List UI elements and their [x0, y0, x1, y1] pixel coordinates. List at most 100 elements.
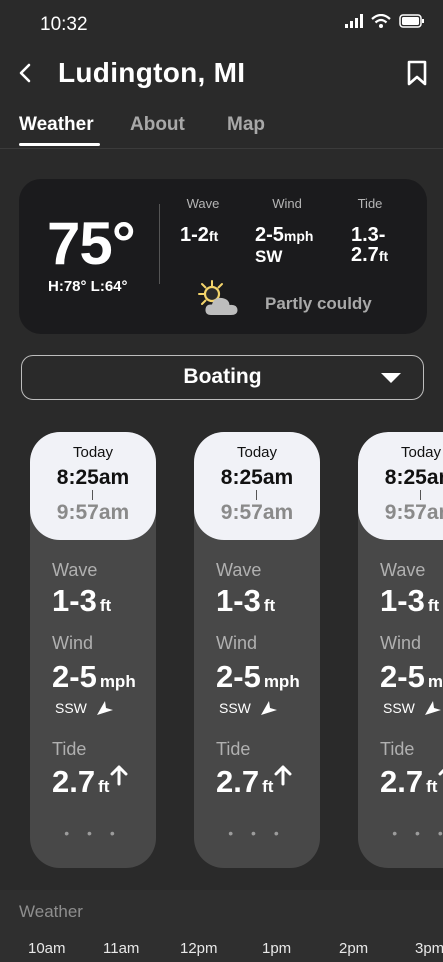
card-wave-number: 1-3 [216, 583, 261, 618]
tab-map[interactable]: Map [227, 114, 265, 136]
tide-unit: ft [378, 248, 389, 264]
forecast-hour[interactable]: 1pm [262, 940, 291, 957]
wind-direction-arrow-icon [96, 701, 113, 715]
tide-value-line1: 1.3- [351, 224, 386, 246]
wind-value-number: 2-5 [255, 224, 284, 246]
battery-icon [399, 14, 424, 28]
weather-condition: Partly couldy [265, 294, 372, 313]
card-tide-label: Tide [380, 739, 415, 759]
more-dots[interactable]: • • • [30, 825, 156, 841]
forecast-hour[interactable]: 3pm [415, 940, 443, 957]
card-wave-value: 1-3 ft [380, 583, 439, 619]
wave-value-number: 1-2 [180, 224, 209, 246]
card-wave-value: 1-3 ft [52, 583, 111, 619]
current-temperature: 75° [47, 210, 136, 277]
wind-direction-arrow-icon [260, 701, 277, 715]
wind-direction-arrow-icon [424, 701, 441, 715]
back-arrow-icon[interactable] [14, 59, 38, 87]
more-dots[interactable]: • • • [194, 825, 320, 841]
card-wind-unit: mph [99, 672, 136, 691]
card-start-time: 8:25am [56, 466, 130, 489]
conditions-card[interactable]: Today 8:25am 9:57am Wave 1-3ft Wind 2-5m… [194, 432, 320, 868]
conditions-card[interactable]: Today 8:25am 9:57am Wave 1-3ft Wind 2-5m… [30, 432, 156, 868]
card-tide-label: Tide [216, 739, 251, 759]
tab-weather[interactable]: Weather [19, 114, 94, 136]
arrow-up-icon [110, 765, 128, 786]
partly-cloudy-icon [198, 280, 238, 315]
card-wind-value: 2-5mph [216, 659, 300, 695]
high-low-temperature: H:78° L:64° [48, 278, 128, 295]
card-wind-value: 2-5mph [52, 659, 136, 695]
card-tide-unit: ft [262, 777, 274, 796]
tab-about[interactable]: About [130, 114, 185, 136]
status-icons [345, 14, 425, 28]
card-wind-dir-text: SSW [219, 700, 251, 716]
card-end-time: 9:57am [56, 501, 130, 524]
forecast-hour[interactable]: 12pm [180, 940, 218, 957]
time-separator [256, 490, 257, 500]
card-time-header: Today 8:25am 9:57am [194, 432, 320, 540]
card-start-time: 8:25am [384, 466, 443, 489]
signal-icon [345, 14, 363, 28]
card-wind-direction: SSW [219, 700, 279, 716]
header: Ludington, MI [0, 50, 443, 98]
wave-value: 1-2ft [180, 225, 218, 246]
card-start-time: 8:25am [220, 466, 294, 489]
arrow-up-icon [274, 765, 292, 786]
wind-direction: SW [255, 247, 283, 266]
wave-unit: ft [208, 228, 219, 244]
card-day: Today [72, 444, 114, 461]
card-wind-unit: mph [263, 672, 300, 691]
status-bar: 10:32 [0, 0, 443, 50]
wind-unit: mph [283, 228, 314, 244]
forecast-hour[interactable]: 2pm [339, 940, 368, 957]
more-dots[interactable]: • • • [358, 825, 443, 841]
card-wind-direction: SSW [55, 700, 115, 716]
card-day: Today [236, 444, 278, 461]
activity-selected-label: Boating [183, 365, 262, 388]
card-wave-label: Wave [216, 560, 262, 580]
card-time-header: Today 8:25am 9:57am [358, 432, 443, 540]
tide-value: 1.3- 2.7ft [351, 225, 388, 266]
card-wave-number: 1-3 [52, 583, 97, 618]
conditions-card[interactable]: Today 8:25am 9:57am Wave 1-3ft Wind 2-5m… [358, 432, 443, 868]
card-wave-unit: ft [427, 596, 440, 615]
caret-down-icon [381, 373, 401, 383]
tab-bar: Weather About Map [0, 108, 443, 149]
forecast-label: Weather [19, 902, 83, 921]
tide-value-number: 2.7 [351, 244, 379, 266]
card-wind-number: 2-5 [380, 659, 425, 694]
card-tide-value: 2.7 ft [380, 764, 443, 800]
card-tide-label: Tide [52, 739, 87, 759]
tide-label: Tide [357, 196, 383, 211]
current-weather-card: 75° H:78° L:64° Wave 1-2ft Wind 2-5mph S… [19, 179, 427, 334]
status-time: 10:32 [40, 14, 88, 35]
card-wind-direction: SSW [383, 700, 443, 716]
time-separator [92, 490, 93, 500]
card-tide-value: 2.7 ft [216, 764, 292, 800]
card-wave-label: Wave [52, 560, 98, 580]
time-separator [420, 490, 421, 500]
card-time-header: Today 8:25am 9:57am [30, 432, 156, 540]
card-tide-number: 2.7 [52, 764, 96, 799]
card-day: Today [400, 444, 442, 461]
card-wind-label: Wind [52, 633, 94, 653]
card-wind-dir-text: SSW [383, 700, 415, 716]
card-wind-dir-text: SSW [55, 700, 87, 716]
wave-label: Wave [186, 196, 220, 211]
card-wind-number: 2-5 [216, 659, 261, 694]
arrow-up-icon [438, 769, 443, 776]
wifi-icon [371, 14, 391, 28]
forecast-hour[interactable]: 11am [103, 940, 139, 957]
forecast-hour[interactable]: 10am [28, 940, 66, 957]
card-end-time: 9:57am [384, 501, 443, 524]
card-wind-label: Wind [216, 633, 258, 653]
bookmark-icon[interactable] [405, 59, 429, 87]
card-wave-unit: ft [263, 596, 276, 615]
activity-dropdown[interactable]: Boating [21, 355, 424, 400]
hourly-forecast: Weather 10am 11am 12pm 1pm 2pm 3pm [0, 890, 443, 962]
card-wave-number: 1-3 [380, 583, 425, 618]
card-wind-label: Wind [380, 633, 422, 653]
card-tide-number: 2.7 [380, 764, 424, 799]
card-wind-number: 2-5 [52, 659, 97, 694]
